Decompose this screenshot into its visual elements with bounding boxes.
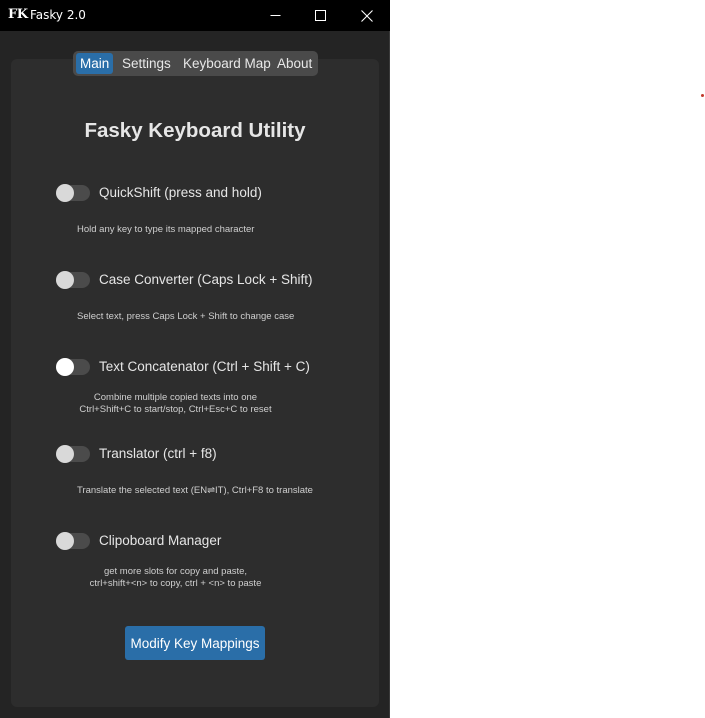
description-line: Ctrl+Shift+C to start/stop, Ctrl+Esc+C t… — [79, 404, 272, 415]
toggle-knob — [56, 445, 74, 463]
close-icon — [360, 9, 373, 22]
page-title: Fasky Keyboard Utility — [84, 119, 306, 142]
toggle-knob — [56, 184, 74, 202]
quickshift-label: QuickShift (press and hold) — [99, 185, 262, 200]
modify-key-mappings-button[interactable]: Modify Key Mappings — [125, 626, 265, 660]
tab-keyboard-map[interactable]: Keyboard Map — [179, 53, 275, 74]
minimize-button[interactable] — [253, 0, 298, 31]
case-converter-label: Case Converter (Caps Lock + Shift) — [99, 272, 313, 287]
toggle-knob — [56, 271, 74, 289]
translator-toggle[interactable] — [56, 445, 90, 463]
case-converter-toggle[interactable] — [56, 271, 90, 289]
tab-settings[interactable]: Settings — [118, 53, 175, 74]
translator-label: Translator (ctrl + f8) — [99, 446, 217, 461]
title-bar[interactable]: FK Fasky 2.0 — [0, 0, 390, 31]
tab-bar: Main Settings Keyboard Map About — [73, 51, 318, 76]
window-title: Fasky 2.0 — [30, 8, 86, 22]
clipboard-manager-toggle[interactable] — [56, 532, 90, 550]
description-line: Combine multiple copied texts into one — [93, 392, 258, 403]
quickshift-toggle[interactable] — [56, 184, 90, 202]
text-concatenator-label: Text Concatenator (Ctrl + Shift + C) — [99, 359, 310, 374]
minimize-icon — [270, 15, 281, 16]
close-button[interactable] — [344, 0, 389, 31]
text-concatenator-description: Combine multiple copied texts into one C… — [77, 392, 274, 416]
tab-main[interactable]: Main — [76, 53, 114, 74]
maximize-icon — [315, 10, 326, 21]
case-converter-description: Select text, press Caps Lock + Shift to … — [77, 311, 294, 323]
app-logo-icon: FK — [8, 7, 28, 22]
tab-about[interactable]: About — [273, 53, 316, 74]
description-line: Hold any key to type its mapped characte… — [77, 224, 255, 235]
description-line: ctrl+shift+<n> to copy, ctrl + <n> to pa… — [89, 578, 262, 589]
quickshift-description: Hold any key to type its mapped characte… — [77, 224, 254, 236]
translator-description: Translate the selected text (EN⇌IT), Ctr… — [77, 485, 313, 497]
clipboard-manager-label: Clipoboard Manager — [99, 533, 222, 548]
maximize-button[interactable] — [298, 0, 343, 31]
description-line: Select text, press Caps Lock + Shift to … — [77, 311, 295, 322]
toggle-knob — [56, 358, 74, 376]
description-line: Translate the selected text (EN⇌IT), Ctr… — [77, 485, 313, 496]
clipboard-manager-description: get more slots for copy and paste, ctrl+… — [80, 566, 271, 590]
app-window: FK Fasky 2.0 Main Settings Keyboard Map … — [0, 0, 390, 718]
text-concatenator-toggle[interactable] — [56, 358, 90, 376]
toggle-knob — [56, 532, 74, 550]
description-line: get more slots for copy and paste, — [103, 566, 248, 577]
stray-dot — [701, 94, 704, 97]
main-panel — [11, 59, 379, 707]
